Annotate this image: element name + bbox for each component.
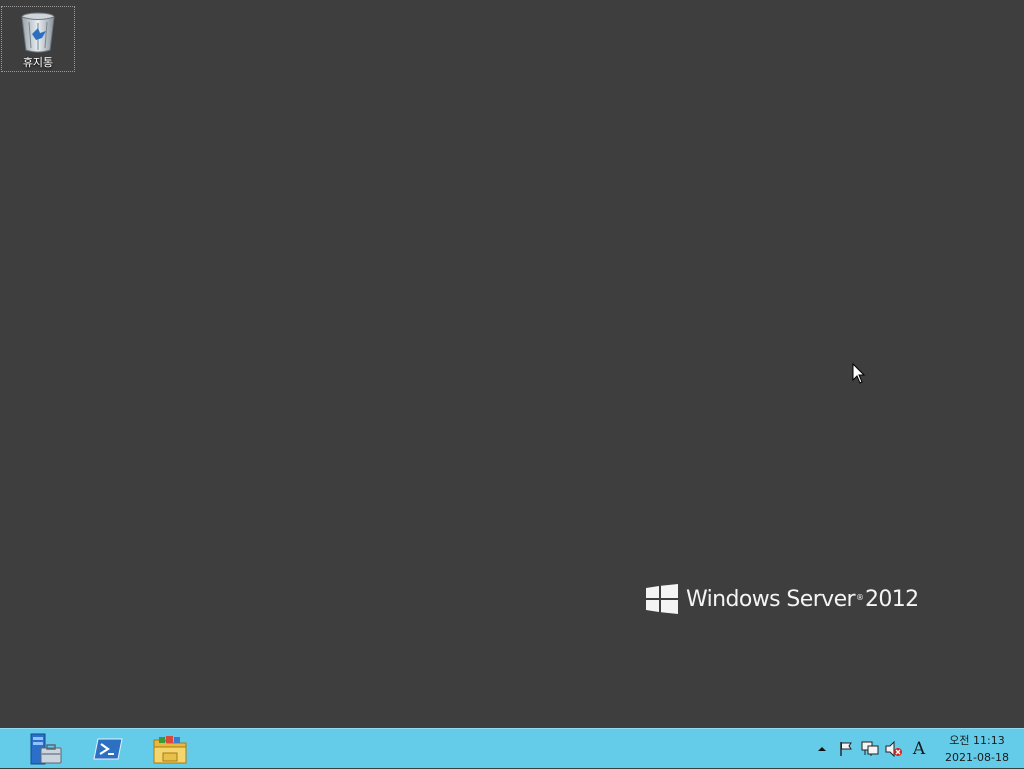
trademark-mark: ® [855,592,864,602]
taskbar-clock[interactable]: 오전 11:13 2021-08-18 [936,732,1018,766]
server-manager-icon [30,733,62,765]
action-center-button[interactable] [834,737,858,761]
volume-muted-icon [885,741,902,757]
system-tray: A 오전 11:13 2021-08-18 [810,729,1024,769]
recycle-bin-label: 휴지통 [22,56,54,69]
taskbar: A 오전 11:13 2021-08-18 [0,728,1024,768]
network-button[interactable] [858,737,882,761]
network-icon [861,741,879,756]
taskbar-server-manager-button[interactable] [16,729,76,769]
powershell-icon [93,738,123,760]
clock-date: 2021-08-18 [945,751,1009,764]
ime-language-button[interactable]: A [906,737,932,761]
flag-icon [840,742,852,756]
clock-time: 오전 11:13 [949,734,1005,747]
file-explorer-icon [153,736,187,764]
product-name: Windows Server [686,586,856,612]
desktop[interactable]: 휴지통 Windows Server ® 2012 [0,0,1024,728]
mouse-pointer-icon [852,363,866,384]
recycle-bin-shortcut[interactable]: 휴지통 [1,6,75,72]
product-version: 2012 [864,586,919,612]
windows-server-branding: Windows Server ® 2012 [646,584,919,614]
windows-logo-icon [646,584,678,614]
volume-button[interactable] [882,737,906,761]
recycle-bin-icon [21,12,55,53]
chevron-up-icon [818,747,826,751]
show-hidden-icons-button[interactable] [810,737,834,761]
taskbar-powershell-button[interactable] [78,729,138,769]
taskbar-file-explorer-button[interactable] [140,729,200,769]
